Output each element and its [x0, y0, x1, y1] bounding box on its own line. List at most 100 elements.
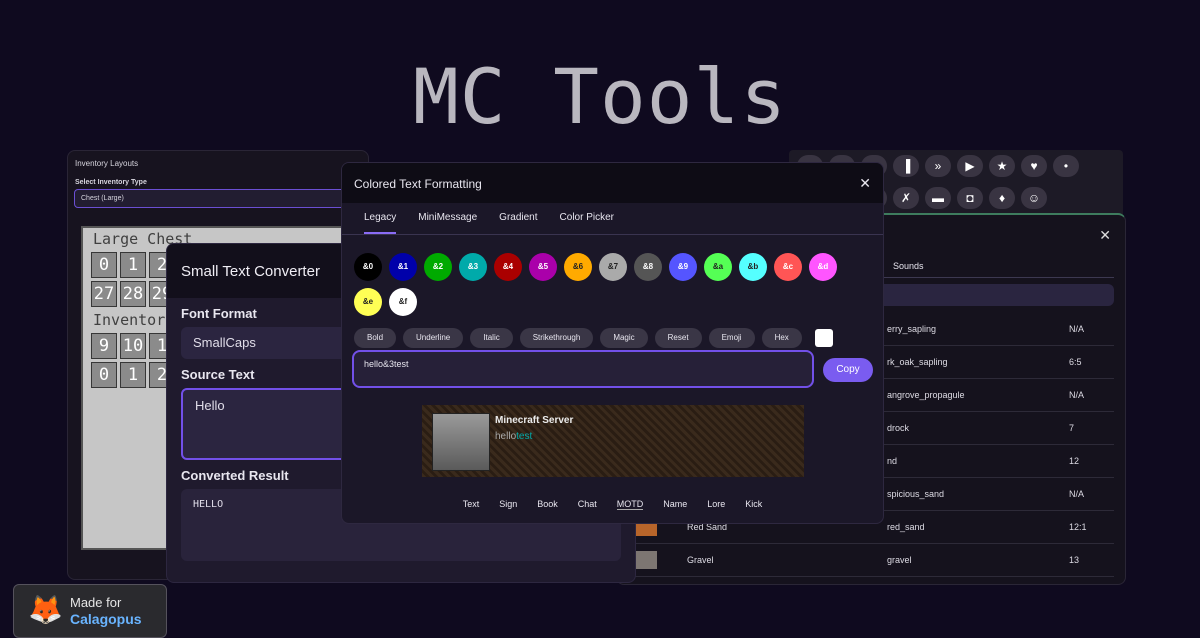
emoji-icon[interactable]: ★	[989, 155, 1015, 177]
color-code-button[interactable]: &9	[669, 253, 697, 281]
panel-header: Colored Text Formatting ✕	[342, 163, 883, 203]
color-code-button[interactable]: &e	[354, 288, 382, 316]
close-icon[interactable]: ✕	[1099, 227, 1111, 244]
format-button-magic[interactable]: Magic	[600, 328, 648, 348]
color-code-button[interactable]: &1	[389, 253, 417, 281]
badge-line2: Calagopus	[70, 611, 142, 627]
format-button-underline[interactable]: Underline	[403, 328, 464, 348]
tab-gradient[interactable]: Gradient	[499, 212, 537, 234]
color-code-button[interactable]: &f	[389, 288, 417, 316]
format-button-bold[interactable]: Bold	[354, 328, 397, 348]
format-button-reset[interactable]: Reset	[654, 328, 702, 348]
server-name: Minecraft Server	[495, 415, 574, 426]
emoji-icon[interactable]: •	[1053, 155, 1079, 177]
emoji-icon[interactable]: ▬	[925, 187, 951, 209]
emoji-icon[interactable]: »	[925, 155, 951, 177]
preview-tab-sign[interactable]: Sign	[499, 499, 517, 510]
copy-button[interactable]: Copy	[823, 358, 873, 382]
formatted-text-input[interactable]: hello&3test	[352, 350, 814, 388]
inventory-slot[interactable]: 0	[91, 252, 117, 278]
color-code-button[interactable]: &0	[354, 253, 382, 281]
row-id: angrove_propagule	[887, 390, 965, 400]
row-value: N/A	[1069, 324, 1085, 334]
row-id: erry_sapling	[887, 324, 937, 334]
color-code-button[interactable]: &8	[634, 253, 662, 281]
preview-tab-name[interactable]: Name	[663, 499, 687, 510]
emoji-icon[interactable]: ▶	[957, 155, 983, 177]
fox-logo-icon: 🦊	[28, 594, 63, 625]
row-value: N/A	[1069, 390, 1085, 400]
row-name: Gravel	[687, 555, 714, 565]
row-id: gravel	[887, 555, 912, 565]
inventory-slot[interactable]: 28	[120, 281, 146, 307]
row-value: 12	[1069, 456, 1080, 466]
close-icon[interactable]: ✕	[859, 175, 871, 192]
preview-tabs: Text Sign Book Chat MOTD Name Lore Kick	[342, 499, 883, 510]
badge-line1: Made for	[70, 595, 122, 610]
color-code-button[interactable]: &7	[599, 253, 627, 281]
preview-tab-kick[interactable]: Kick	[745, 499, 762, 510]
table-row[interactable]: Gravel gravel 13	[617, 544, 1114, 577]
panel-title: Inventory Layouts	[75, 159, 139, 168]
row-id: nd	[887, 456, 898, 466]
preview-tab-book[interactable]: Book	[537, 499, 558, 510]
format-button-italic[interactable]: Italic	[470, 328, 513, 348]
emoji-icon[interactable]: ◘	[957, 187, 983, 209]
color-code-button[interactable]: &a	[704, 253, 732, 281]
row-id: spicious_sand	[887, 489, 945, 499]
inventory-slot[interactable]: 10	[120, 333, 146, 359]
motd-plain: hello	[495, 431, 517, 442]
inventory-slot[interactable]: 9	[91, 333, 117, 359]
emoji-icon[interactable]: ♥	[1021, 155, 1047, 177]
color-code-button[interactable]: &d	[809, 253, 837, 281]
motd-text: hellotest	[495, 431, 532, 442]
tab-sounds[interactable]: Sounds	[893, 261, 924, 271]
hex-color-swatch[interactable]	[814, 329, 833, 347]
motd-preview: Minecraft Server hellotest	[422, 405, 804, 477]
format-button-emoji[interactable]: Emoji	[708, 328, 755, 348]
inventory-slot[interactable]: 27	[91, 281, 117, 307]
row-value: 6:5	[1069, 357, 1082, 367]
select-label: Select Inventory Type	[75, 179, 147, 186]
format-tabs: Legacy MiniMessage Gradient Color Picker	[342, 203, 883, 235]
color-code-button[interactable]: &5	[529, 253, 557, 281]
inventory-slot[interactable]: 1	[120, 252, 146, 278]
emoji-icon[interactable]: ✗	[893, 187, 919, 209]
color-code-button[interactable]: &3	[459, 253, 487, 281]
server-icon	[432, 413, 490, 471]
emoji-icon[interactable]: ♦	[989, 187, 1015, 209]
tab-color-picker[interactable]: Color Picker	[560, 212, 614, 234]
row-id: rk_oak_sapling	[887, 357, 948, 367]
colored-text-formatting-panel: Colored Text Formatting ✕ Legacy MiniMess…	[341, 162, 884, 524]
inventory-type-select[interactable]: Chest (Large)	[74, 189, 362, 208]
row-id: drock	[887, 423, 910, 433]
preview-tab-motd[interactable]: MOTD	[616, 499, 644, 510]
color-code-button[interactable]: &4	[494, 253, 522, 281]
emoji-icon[interactable]: ☺	[1021, 187, 1047, 209]
preview-tab-lore[interactable]: Lore	[707, 499, 725, 510]
color-code-buttons: &0 &1 &2 &3 &4 &5 &6 &7 &8 &9 &a &b &c &d &e &f	[342, 235, 872, 316]
preview-tab-text[interactable]: Text	[463, 499, 480, 510]
panel-title: Colored Text Formatting	[354, 177, 482, 191]
format-buttons: Bold Underline Italic Strikethrough Magic Res…	[342, 316, 883, 348]
tab-minimessage[interactable]: MiniMessage	[418, 212, 477, 234]
made-for-badge[interactable]: 🦊 Made for Calagopus	[13, 584, 167, 638]
block-swatch-icon	[635, 551, 657, 569]
format-button-hex[interactable]: Hex	[761, 328, 802, 348]
inventory-slot[interactable]: 1	[120, 362, 146, 388]
page-title: MC Tools	[412, 52, 788, 141]
row-id: red_sand	[887, 522, 925, 532]
color-code-button[interactable]: &6	[564, 253, 592, 281]
color-code-button[interactable]: &c	[774, 253, 802, 281]
inventory-slot[interactable]: 0	[91, 362, 117, 388]
row-value: 7	[1069, 423, 1075, 433]
preview-tab-chat[interactable]: Chat	[578, 499, 597, 510]
emoji-icon[interactable]: ▐	[893, 155, 919, 177]
row-value: N/A	[1069, 489, 1085, 499]
tab-legacy[interactable]: Legacy	[364, 212, 397, 234]
motd-colored: test	[516, 431, 533, 442]
format-button-strikethrough[interactable]: Strikethrough	[519, 328, 594, 348]
color-code-button[interactable]: &b	[739, 253, 767, 281]
row-value: 13	[1069, 555, 1080, 565]
color-code-button[interactable]: &2	[424, 253, 452, 281]
